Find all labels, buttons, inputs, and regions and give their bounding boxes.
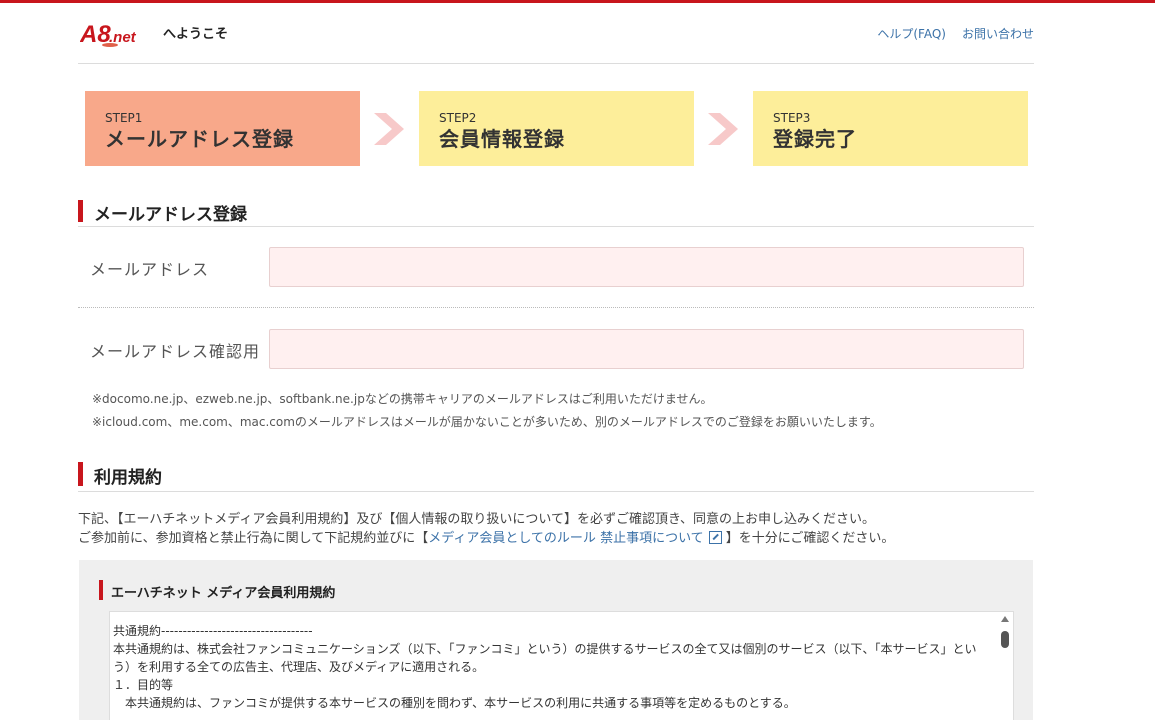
- intro-suffix: 】を十分にご確認ください。: [725, 531, 895, 546]
- scrollbar-thumb[interactable]: [1001, 631, 1009, 648]
- help-faq-link[interactable]: ヘルプ(FAQ): [877, 25, 946, 42]
- email-confirm-label: メールアドレス確認用: [90, 342, 261, 361]
- step-1-label: STEP1: [105, 111, 143, 125]
- terms-line: １．目的等: [113, 678, 174, 692]
- terms-line: う）を利用する全ての広告主、代理店、及びメディアに適用される。: [113, 660, 485, 674]
- chevron-right-icon: [708, 113, 738, 145]
- icloud-note: ※icloud.com、me.com、mac.comのメールアドレスはメールが届…: [92, 415, 882, 429]
- terms-line: 本共通規約は、株式会社ファンコミュニケーションズ（以下、「ファンコミ」という）の…: [113, 642, 977, 656]
- step-3-title: 登録完了: [773, 127, 857, 151]
- step-3-label: STEP3: [773, 111, 811, 125]
- a8net-logo[interactable]: A8 .net: [80, 21, 156, 47]
- step-1-title: メールアドレス登録: [105, 127, 294, 151]
- intro-prefix: ご参加前に、参加資格と禁止行為に関して下記規約並びに【: [78, 531, 429, 546]
- terms-section-title: 利用規約: [94, 468, 162, 488]
- terms-line: 本共通規約は、ファンコミが提供する本サービスの種別を問わず、本サービスの利用に共…: [113, 696, 796, 710]
- site-header: A8 .net へようこそ ヘルプ(FAQ) お問い合わせ: [78, 3, 1034, 64]
- contact-link[interactable]: お問い合わせ: [962, 25, 1034, 42]
- heading-accent-bar: [78, 462, 83, 486]
- external-link-icon[interactable]: [708, 531, 722, 544]
- terms-scroll-area[interactable]: 共通規約----------------------------------- …: [109, 611, 1014, 720]
- heading-accent-bar: [78, 200, 83, 222]
- email-confirm-input[interactable]: [269, 329, 1024, 369]
- scroll-up-arrow-icon[interactable]: [1001, 616, 1009, 622]
- terms-box-accent-bar: [99, 580, 103, 600]
- media-rules-link[interactable]: メディア会員としてのルール 禁止事項について: [428, 531, 703, 546]
- terms-intro-line2: ご参加前に、参加資格と禁止行為に関して下記規約並びに【メディア会員としてのルール…: [78, 527, 894, 546]
- step-2-title: 会員情報登録: [439, 127, 565, 151]
- registration-steps: STEP1 メールアドレス登録 STEP2 会員情報登録 STEP3 登録完了: [85, 91, 1030, 166]
- email-section-title: メールアドレス登録: [94, 205, 247, 225]
- step-2: STEP2 会員情報登録: [419, 91, 694, 166]
- divider: [78, 307, 1034, 308]
- terms-intro-line1: 下記、【エーハチネットメディア会員利用規約】及び【個人情報の取り扱いについて】を…: [78, 512, 876, 527]
- step-1: STEP1 メールアドレス登録: [85, 91, 360, 166]
- header-links: ヘルプ(FAQ) お問い合わせ: [877, 25, 1034, 42]
- terms-box: エーハチネット メディア会員利用規約 共通規約-----------------…: [79, 560, 1033, 720]
- email-label: メールアドレス: [90, 260, 210, 279]
- email-input[interactable]: [269, 247, 1024, 287]
- terms-line: 共通規約-----------------------------------: [113, 624, 313, 638]
- chevron-right-icon: [374, 113, 404, 145]
- terms-section-heading: 利用規約: [78, 458, 1034, 492]
- step-2-label: STEP2: [439, 111, 477, 125]
- svg-text:A8: A8: [80, 21, 111, 47]
- carrier-note: ※docomo.ne.jp、ezweb.ne.jp、softbank.ne.jp…: [92, 392, 713, 406]
- email-section-heading: メールアドレス登録: [78, 197, 1034, 227]
- terms-box-title: エーハチネット メディア会員利用規約: [111, 586, 336, 601]
- welcome-text: へようこそ: [163, 27, 229, 42]
- step-3: STEP3 登録完了: [753, 91, 1028, 166]
